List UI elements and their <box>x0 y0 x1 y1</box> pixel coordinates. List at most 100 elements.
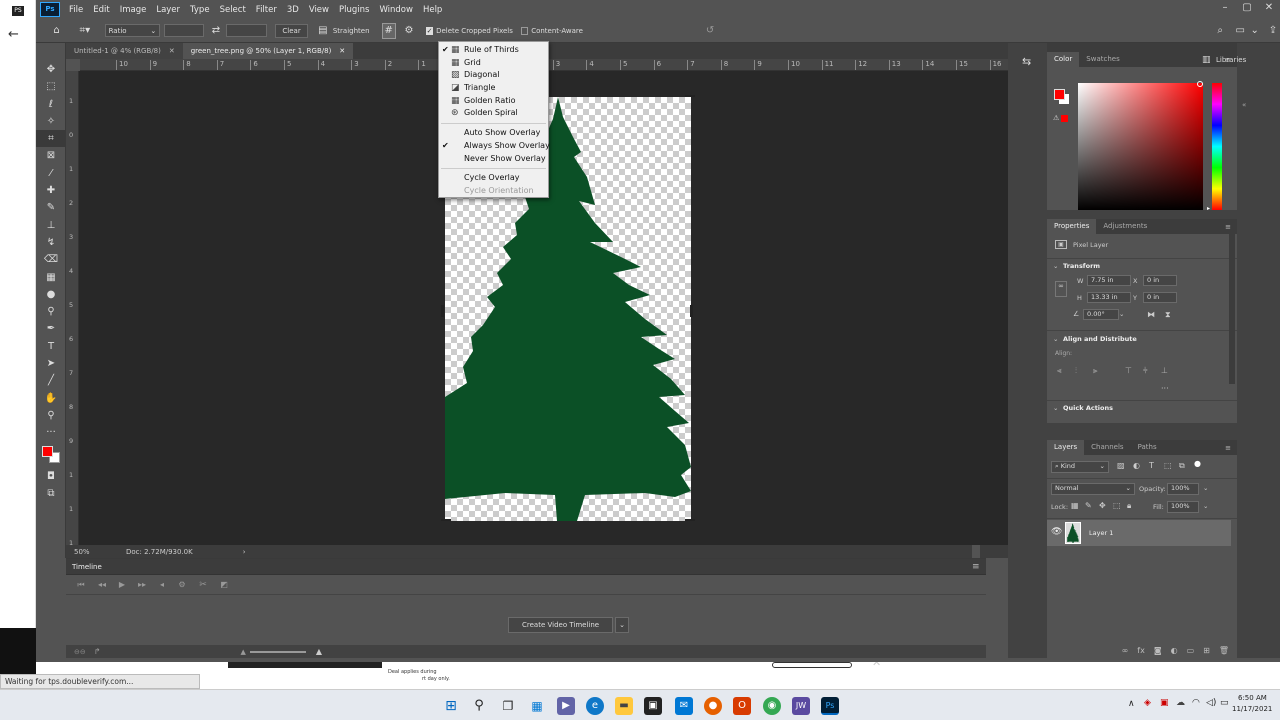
lock-position-icon[interactable]: ✥ <box>1099 501 1106 510</box>
wifi-icon[interactable]: ◠ <box>1192 698 1200 708</box>
menu-item-golden-spiral[interactable]: ⊛ Golden Spiral <box>439 107 548 120</box>
crop-handle[interactable] <box>441 519 451 521</box>
align-chevron-icon[interactable]: ⌄ <box>1053 335 1058 343</box>
ad-button[interactable] <box>772 662 852 668</box>
move-tool-icon[interactable]: ✥ <box>36 61 66 78</box>
layer-name[interactable]: Layer 1 <box>1089 529 1113 537</box>
straighten-icon[interactable]: ▤ <box>316 24 330 38</box>
hue-slider-handle[interactable]: ▸ <box>1207 205 1210 212</box>
panel-collapse-icon[interactable]: « <box>1242 101 1250 109</box>
magic-wand-tool-icon[interactable]: ✧ <box>36 113 66 130</box>
quick-actions-chevron-icon[interactable]: ⌄ <box>1053 404 1058 412</box>
play-icon[interactable]: ▶ <box>112 578 132 592</box>
tab-paths[interactable]: Paths <box>1131 440 1164 455</box>
crop-tool-preset-icon[interactable]: ⌗▾ <box>75 24 94 38</box>
edit-toolbar-icon[interactable]: ··· <box>36 424 66 441</box>
office-icon[interactable]: O <box>733 697 751 715</box>
hand-tool-icon[interactable]: ✋ <box>36 390 66 407</box>
properties-scrollbar[interactable] <box>1229 234 1235 384</box>
visibility-eye-icon[interactable]: 👁︎ <box>1051 527 1062 537</box>
filter-toggle-icon[interactable]: ● <box>1194 459 1201 468</box>
libraries-panel-tab[interactable]: ▥ Libraries <box>1202 52 1280 70</box>
filter-adjustment-icon[interactable]: ◐ <box>1133 461 1140 470</box>
menu-image[interactable]: Image <box>115 5 152 15</box>
lock-image-icon[interactable]: ✎ <box>1085 501 1092 510</box>
opacity-field[interactable]: 100% <box>1167 483 1199 495</box>
align-left-icon[interactable]: ⫷ <box>1057 366 1062 376</box>
align-bottom-icon[interactable]: ⊥ <box>1161 366 1168 375</box>
maximize-icon[interactable]: ▢ <box>1236 0 1258 16</box>
menu-plugins[interactable]: Plugins <box>334 5 374 15</box>
angle-chevron-icon[interactable]: ⌄ <box>1119 310 1124 318</box>
workspace-chevron-icon[interactable]: ⌄ <box>1249 24 1260 38</box>
layers-menu-icon[interactable]: ≡ <box>1225 444 1237 452</box>
fx-icon[interactable]: fx <box>1137 646 1145 655</box>
ratio-select[interactable]: Ratio ⌄ <box>104 24 161 37</box>
crop-handle[interactable] <box>685 519 695 521</box>
type-tool-icon[interactable]: T <box>36 338 66 355</box>
path-selection-tool-icon[interactable]: ➤ <box>36 355 66 372</box>
tab-close-icon[interactable]: ✕ <box>339 47 345 55</box>
y-field[interactable]: 0 in <box>1143 292 1177 303</box>
line-tool-icon[interactable]: ╱ <box>36 372 66 389</box>
menu-item-rule-of-thirds[interactable]: ✔ ▦ Rule of Thirds <box>439 44 548 57</box>
menu-item-never-show-overlay[interactable]: Never Show Overlay <box>439 153 548 166</box>
tab-close-icon[interactable]: ✕ <box>169 47 175 55</box>
stamp-tool-icon[interactable]: ⊥ <box>36 217 66 234</box>
new-layer-icon[interactable]: ⊞ <box>1203 646 1210 655</box>
create-video-timeline-button[interactable]: Create Video Timeline <box>508 617 614 633</box>
hue-slider[interactable] <box>1212 83 1222 210</box>
align-center-h-icon[interactable]: ⫶ <box>1075 366 1077 376</box>
overlay-options-icon[interactable]: # <box>381 22 396 39</box>
width-field[interactable]: 7.75 in <box>1087 275 1131 286</box>
lock-transparent-icon[interactable]: ▦ <box>1071 501 1079 510</box>
height-field[interactable]: 13.33 in <box>1087 292 1131 303</box>
transition-icon[interactable]: ◩ <box>214 578 234 592</box>
close-icon[interactable]: ✕ <box>1258 0 1280 16</box>
align-right-icon[interactable]: ⫸ <box>1093 366 1098 376</box>
flip-horizontal-icon[interactable]: ⧓ <box>1147 310 1155 319</box>
zoom-in-icon[interactable]: ▲ <box>316 647 322 656</box>
blur-tool-icon[interactable]: ● <box>36 286 66 303</box>
transform-title[interactable]: Transform <box>1063 262 1100 270</box>
zoom-out-icon[interactable]: ▲ <box>240 648 245 656</box>
frame-tool-icon[interactable]: ⊠ <box>36 147 66 164</box>
search-icon[interactable]: ⌕ <box>1213 24 1227 38</box>
menu-file[interactable]: File <box>64 5 88 15</box>
delete-cropped-checkbox[interactable]: ✓ <box>426 26 434 35</box>
volume-icon[interactable]: ◁) <box>1206 698 1216 708</box>
history-brush-tool-icon[interactable]: ↯ <box>36 234 66 251</box>
task-view-icon[interactable]: ❐ <box>499 697 517 715</box>
content-aware-checkbox[interactable] <box>520 26 529 35</box>
menu-item-always-show-overlay[interactable]: ✔ Always Show Overlay <box>439 140 550 153</box>
tab-green-tree[interactable]: green_tree.png @ 50% (Layer 1, RGB/8) ✕ <box>182 43 354 59</box>
filter-shape-icon[interactable]: ⬚ <box>1164 461 1172 470</box>
properties-menu-icon[interactable]: ≡ <box>1225 223 1237 231</box>
menu-item-diagonal[interactable]: ▨ Diagonal <box>439 69 548 82</box>
store-icon[interactable]: ▣ <box>644 697 662 715</box>
crop-handle[interactable] <box>441 305 444 317</box>
screen-mode-icon[interactable]: ⧉ <box>36 485 66 502</box>
ratio-height-field[interactable] <box>225 24 268 37</box>
zoom-tool-icon[interactable]: ⚲ <box>36 407 66 424</box>
menu-item-cycle-overlay[interactable]: Cycle Overlay <box>439 172 548 185</box>
filter-type-icon[interactable]: T <box>1149 461 1154 470</box>
timeline-zoom-slider[interactable] <box>249 650 306 653</box>
menu-edit[interactable]: Edit <box>88 5 114 15</box>
tab-layers[interactable]: Layers <box>1047 440 1085 455</box>
menu-item-golden-ratio[interactable]: ▦ Golden Ratio <box>439 95 548 108</box>
swap-icon[interactable]: ⇄ <box>208 24 224 38</box>
new-group-icon[interactable]: ▭ <box>1187 646 1195 655</box>
share-icon[interactable]: ⇪ <box>1266 24 1280 38</box>
jw-app-icon[interactable]: JW <box>792 697 810 715</box>
more-options-icon[interactable]: ··· <box>1161 384 1169 393</box>
history-icon[interactable]: ⇆ <box>1022 55 1031 68</box>
gamut-swatch[interactable] <box>1061 115 1068 122</box>
menu-item-grid[interactable]: ▦ Grid <box>439 57 548 70</box>
flip-vertical-icon[interactable]: ⧗ <box>1165 310 1171 320</box>
crop-handle[interactable] <box>690 305 693 317</box>
tray-app-icon[interactable]: ▣ <box>1160 698 1169 708</box>
firefox-icon[interactable]: ● <box>704 697 722 715</box>
link-layers-icon[interactable]: ∞ <box>1122 646 1129 655</box>
workspace-icon[interactable]: ▭ <box>1233 24 1247 38</box>
